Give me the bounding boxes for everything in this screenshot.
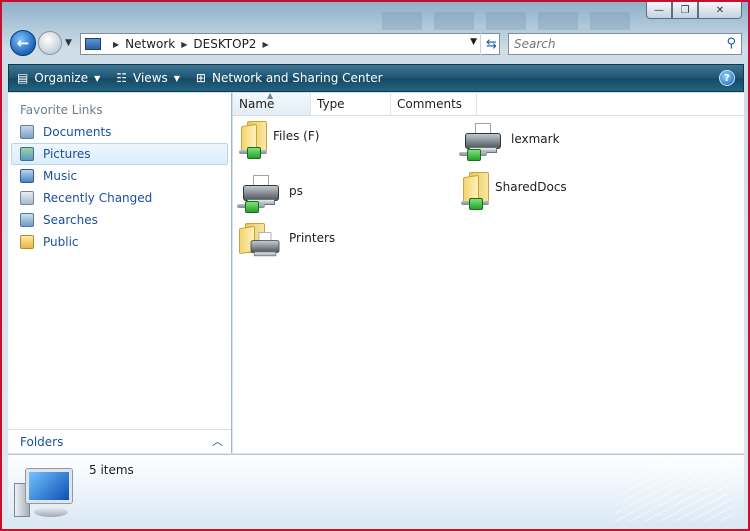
breadcrumb-network[interactable]: Network: [125, 37, 175, 51]
help-button[interactable]: ?: [719, 70, 735, 86]
shared-printer-icon: [459, 123, 505, 161]
item-count: 5 items: [89, 463, 134, 477]
address-dropdown-icon[interactable]: ▼: [470, 37, 477, 47]
network-share-icon: [239, 147, 267, 159]
navigation-pane: Favorite Links Documents Pictures Music …: [8, 93, 232, 453]
item-label: Printers: [289, 231, 336, 245]
chevron-down-icon: ▼: [173, 73, 180, 83]
views-icon: ☷: [116, 71, 128, 85]
organize-icon: ▤: [17, 71, 29, 85]
breadcrumb-desktop2[interactable]: DESKTOP2: [193, 37, 256, 51]
list-item[interactable]: lexmark: [459, 123, 560, 161]
back-button[interactable]: ←: [10, 30, 36, 56]
explorer-window: — ❐ ✕ ← ▼ ▶ Network ▶ DESKTOP2 ▶ ▼ ⇆ ⚲ ▤…: [0, 0, 750, 531]
favorite-link-recently-changed[interactable]: Recently Changed: [11, 187, 228, 209]
views-button[interactable]: ☷ Views ▼: [108, 65, 188, 91]
column-header-comments[interactable]: Comments: [391, 93, 477, 115]
computer-icon: [14, 469, 78, 523]
searches-icon: [20, 213, 34, 227]
background-title-blur: [382, 12, 642, 30]
refresh-button[interactable]: ⇆: [480, 33, 502, 55]
item-label: Files (F): [273, 129, 320, 143]
minimize-button[interactable]: —: [646, 2, 672, 19]
printer-icon: [247, 232, 282, 258]
network-share-icon: [237, 201, 265, 213]
favorite-links-list: Documents Pictures Music Recently Change…: [8, 121, 231, 253]
column-headers: ▲ Name Type Comments: [233, 91, 744, 116]
network-icon: ⊞: [195, 71, 206, 85]
views-label: Views: [133, 71, 168, 85]
back-arrow-icon: ←: [16, 34, 30, 52]
favorite-link-music[interactable]: Music: [11, 165, 228, 187]
list-item[interactable]: Printers: [239, 221, 336, 258]
address-bar[interactable]: ▶ Network ▶ DESKTOP2 ▶ ▼: [80, 33, 500, 55]
shared-folder-icon: [461, 170, 489, 210]
network-computer-icon: [85, 38, 101, 50]
documents-icon: [20, 125, 34, 139]
item-label: lexmark: [511, 132, 560, 146]
navigation-buttons: ← ▼: [10, 30, 72, 56]
close-button[interactable]: ✕: [698, 2, 742, 19]
column-header-type[interactable]: Type: [311, 93, 391, 115]
music-icon: [20, 169, 34, 183]
window-controls: — ❐ ✕: [646, 2, 742, 20]
item-label: ps: [289, 184, 303, 198]
network-sharing-center-label: Network and Sharing Center: [211, 71, 383, 85]
shared-folder-icon: [239, 119, 267, 159]
organize-button[interactable]: ▤ Organize ▼: [9, 65, 108, 91]
shared-printer-icon: [237, 175, 283, 213]
sort-ascending-icon: ▲: [267, 91, 274, 100]
column-header-name[interactable]: ▲ Name: [233, 91, 311, 115]
file-list-pane: ▲ Name Type Comments Files (F) lexmark p…: [233, 91, 744, 453]
favorite-link-public[interactable]: Public: [11, 231, 228, 253]
search-input[interactable]: [514, 37, 714, 51]
refresh-icon: ⇆: [486, 36, 497, 52]
favorite-links-heading: Favorite Links: [20, 103, 103, 117]
details-pane: 5 items: [8, 454, 744, 527]
breadcrumb-separator-icon[interactable]: ▶: [181, 40, 187, 49]
list-item[interactable]: Files (F): [239, 119, 320, 159]
favorite-link-searches[interactable]: Searches: [11, 209, 228, 231]
forward-button[interactable]: [38, 31, 62, 55]
search-icon[interactable]: ⚲: [726, 36, 736, 51]
printers-folder-icon: [239, 221, 283, 258]
search-box[interactable]: ⚲: [508, 33, 742, 55]
maximize-button[interactable]: ❐: [672, 2, 698, 19]
favorite-link-documents[interactable]: Documents: [11, 121, 228, 143]
decorative-swoosh: [614, 461, 734, 521]
network-share-icon: [461, 198, 489, 210]
public-icon: [20, 235, 34, 249]
recently-changed-icon: [20, 191, 34, 205]
recent-pages-dropdown-icon[interactable]: ▼: [65, 38, 72, 48]
command-bar: ▤ Organize ▼ ☷ Views ▼ ⊞ Network and Sha…: [8, 64, 744, 92]
network-sharing-center-button[interactable]: ⊞ Network and Sharing Center: [188, 65, 391, 91]
list-item[interactable]: ps: [237, 175, 303, 213]
item-label: SharedDocs: [495, 180, 567, 194]
favorite-link-pictures[interactable]: Pictures: [11, 143, 228, 165]
list-item[interactable]: SharedDocs: [461, 170, 567, 210]
breadcrumb-separator-icon[interactable]: ▶: [113, 40, 119, 49]
network-share-icon: [459, 149, 487, 161]
organize-label: Organize: [34, 71, 89, 85]
pictures-icon: [20, 147, 34, 161]
breadcrumb-separator-icon[interactable]: ▶: [262, 40, 268, 49]
chevron-down-icon: ▼: [94, 73, 101, 83]
chevron-up-icon: ︿: [212, 435, 223, 448]
folders-toggle[interactable]: Folders ︿: [8, 429, 231, 453]
folders-label: Folders: [20, 434, 64, 449]
